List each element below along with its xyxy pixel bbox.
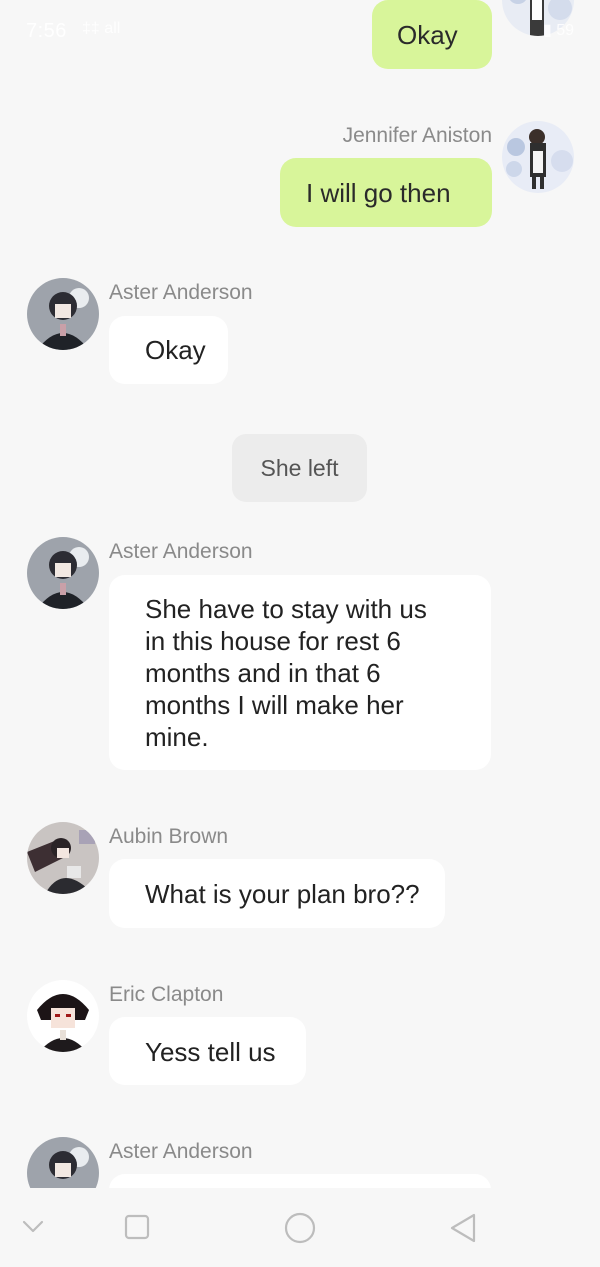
square-icon[interactable] xyxy=(124,1214,150,1245)
message-text: She have to stay with us in this house f… xyxy=(145,594,427,752)
message-text: I will go then xyxy=(306,178,451,208)
sender-name: Aster Anderson xyxy=(109,540,253,563)
message-text: What is your plan bro?? xyxy=(145,879,420,909)
avatar-aster[interactable] xyxy=(27,537,99,609)
avatar-jennifer[interactable] xyxy=(502,0,574,36)
message-bubble[interactable]: She have to stay with us in this house f… xyxy=(109,575,491,770)
avatar-jennifer[interactable] xyxy=(502,121,574,193)
message-text: Okay xyxy=(397,20,458,50)
avatar-image xyxy=(27,1137,99,1188)
avatar-image xyxy=(27,822,99,894)
system-nav-bar xyxy=(0,1188,600,1267)
avatar-image xyxy=(27,980,99,1052)
message-bubble[interactable]: Yess tell us xyxy=(109,1017,306,1085)
system-message: She left xyxy=(232,434,367,502)
triangle-back-icon[interactable] xyxy=(448,1212,478,1249)
message-bubble[interactable]: Okay xyxy=(372,0,492,69)
avatar-aster[interactable] xyxy=(27,278,99,350)
message-bubble[interactable]: What is your plan bro?? xyxy=(109,859,445,928)
message-text: Yess tell us xyxy=(145,1037,276,1067)
sender-name: Aster Anderson xyxy=(109,1140,253,1163)
sender-name: Eric Clapton xyxy=(109,983,224,1006)
message-text: Okay xyxy=(145,335,206,365)
message-bubble[interactable]: I will go then xyxy=(280,158,492,227)
avatar-aster[interactable] xyxy=(27,1137,99,1188)
avatar-image xyxy=(502,121,574,193)
avatar-image xyxy=(27,537,99,609)
chevron-down-icon[interactable] xyxy=(20,1216,46,1241)
avatar-aubin[interactable] xyxy=(27,822,99,894)
message-bubble[interactable]: Okay xyxy=(109,316,228,384)
sender-name: Jennifer Aniston xyxy=(342,124,492,147)
sender-name: Aubin Brown xyxy=(109,825,229,848)
circle-icon[interactable] xyxy=(284,1212,316,1249)
avatar-image xyxy=(502,0,574,36)
avatar-eric[interactable] xyxy=(27,980,99,1052)
sender-name: Aster Anderson xyxy=(109,281,253,304)
chat-view[interactable]: Okay Jennifer Aniston I will go then Ast… xyxy=(0,0,600,1188)
avatar-image xyxy=(27,278,99,350)
message-bubble[interactable] xyxy=(109,1174,491,1188)
